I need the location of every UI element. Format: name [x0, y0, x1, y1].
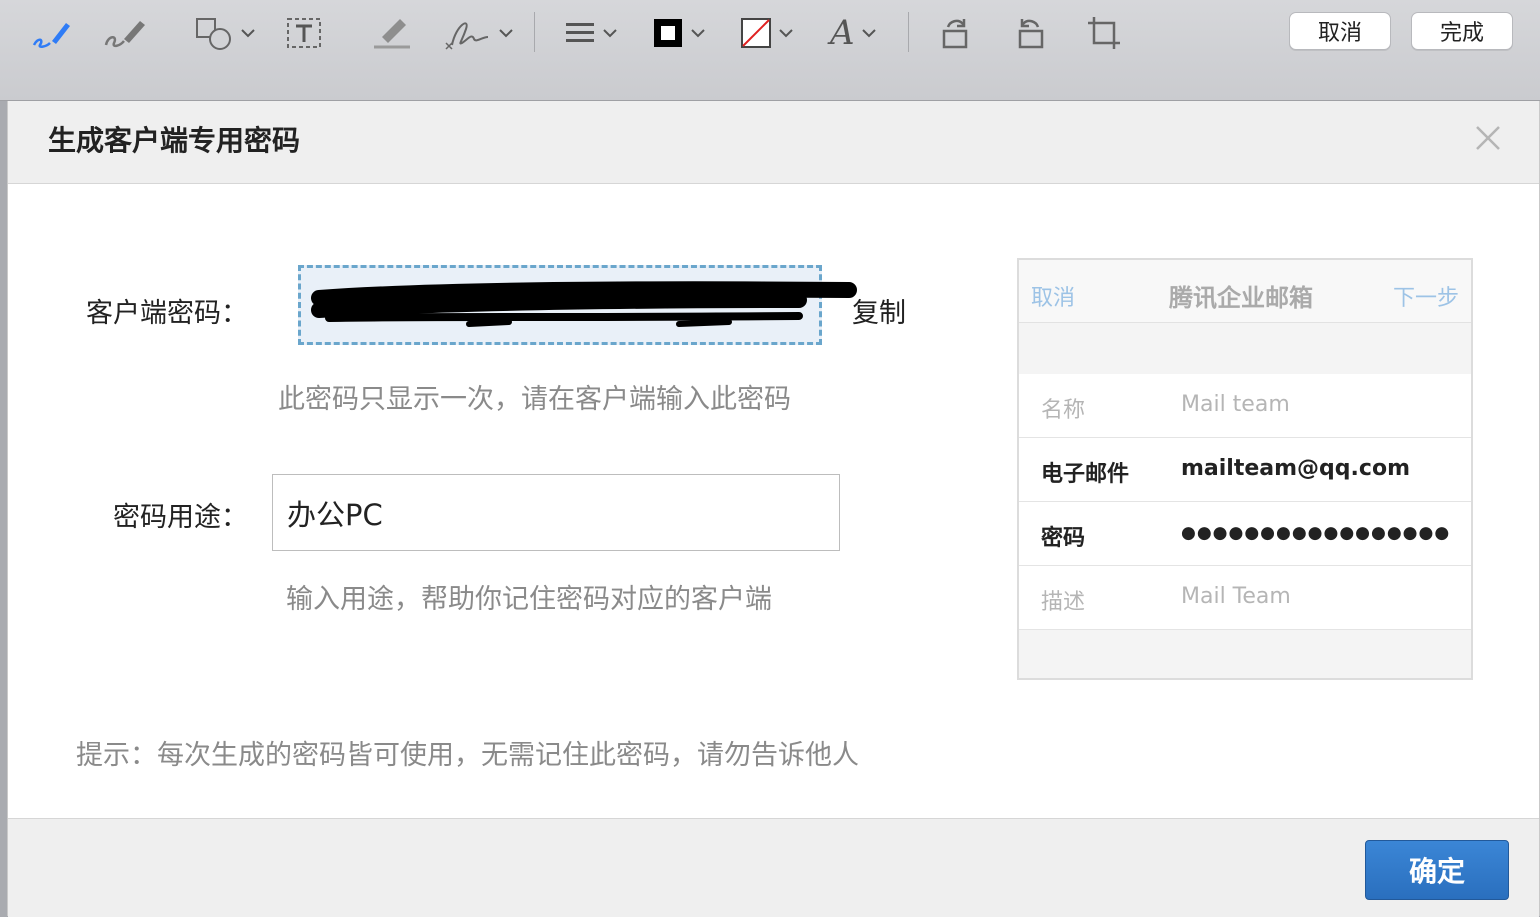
generate-client-password-dialog: 生成客户端专用密码 客户端密码： 复制 此密码只显示一次，请在客户端输入此密码 …: [7, 101, 1540, 917]
preview-row-key: 描述: [1041, 590, 1086, 615]
chevron-down-icon: [779, 29, 793, 38]
dialog-footer: 确定: [8, 818, 1539, 917]
highlight-icon[interactable]: [372, 12, 412, 54]
border-color-icon[interactable]: [652, 12, 706, 54]
preview-row-password: 密码 ●●●●●●●●●●●●●●●●●: [1019, 502, 1471, 566]
preview-row-name: 名称 Mail team: [1019, 374, 1471, 438]
preview-row-key: 电子邮件: [1041, 462, 1130, 487]
security-tip: 提示：每次生成的密码皆可使用，无需记住此密码，请勿告诉他人: [76, 740, 859, 771]
markup-toolbar: A 取消 完成: [0, 0, 1540, 101]
confirm-button[interactable]: 确定: [1365, 840, 1509, 900]
dialog-title: 生成客户端专用密码: [48, 124, 301, 157]
preview-row-value: mailteam@qq.com: [1181, 456, 1410, 481]
preview-row-value: Mail Team: [1181, 584, 1291, 609]
chevron-down-icon: [861, 29, 876, 38]
purpose-input[interactable]: [272, 474, 840, 551]
text-box-icon[interactable]: [286, 12, 322, 54]
preview-row-value: ●●●●●●●●●●●●●●●●●: [1181, 523, 1451, 543]
preview-row-description: 描述 Mail Team: [1019, 566, 1471, 630]
dialog-header: 生成客户端专用密码: [8, 101, 1539, 184]
preview-row-value: Mail team: [1181, 392, 1290, 417]
chevron-down-icon: [499, 29, 513, 38]
fill-color-icon[interactable]: [740, 12, 794, 54]
rotate-right-icon[interactable]: [938, 12, 974, 54]
preview-row-email: 电子邮件 mailteam@qq.com: [1019, 438, 1471, 502]
toolbar-done-button[interactable]: 完成: [1411, 12, 1513, 50]
shapes-icon[interactable]: [194, 12, 256, 54]
font-icon[interactable]: A: [830, 12, 877, 54]
rotate-left-icon[interactable]: [1012, 12, 1048, 54]
preview-row-key: 名称: [1041, 398, 1086, 423]
copy-button[interactable]: 复制: [852, 291, 906, 330]
redaction-scribble: [311, 281, 857, 327]
toolbar-cancel-button[interactable]: 取消: [1289, 12, 1391, 50]
sketch-icon[interactable]: [30, 12, 74, 54]
purpose-hint: 输入用途，帮助你记住密码对应的客户端: [286, 584, 772, 615]
preview-next-text: 下一步: [1392, 286, 1459, 311]
toolbar-separator: [908, 12, 909, 52]
chevron-down-icon: [691, 29, 705, 38]
close-icon[interactable]: [1473, 123, 1503, 157]
client-password-label: 客户端密码：: [86, 298, 248, 329]
mail-client-preview: 取消 腾讯企业邮箱 下一步 名称 Mail team 电子邮件 mailteam…: [1017, 258, 1473, 680]
preview-header: 取消 腾讯企业邮箱 下一步: [1019, 260, 1471, 323]
chevron-down-icon: [603, 29, 617, 38]
signature-icon[interactable]: [444, 12, 514, 54]
toolbar-separator: [534, 12, 535, 52]
line-style-icon[interactable]: [564, 12, 618, 54]
password-hint: 此密码只显示一次，请在客户端输入此密码: [278, 384, 791, 415]
crop-icon[interactable]: [1086, 12, 1122, 54]
preview-row-key: 密码: [1041, 526, 1086, 551]
preview-cancel-text: 取消: [1031, 286, 1076, 311]
preview-title: 腾讯企业邮箱: [1169, 284, 1313, 312]
purpose-label: 密码用途：: [113, 502, 248, 533]
draw-icon[interactable]: [102, 12, 148, 54]
client-password-box: [298, 265, 857, 345]
chevron-down-icon: [241, 29, 255, 38]
